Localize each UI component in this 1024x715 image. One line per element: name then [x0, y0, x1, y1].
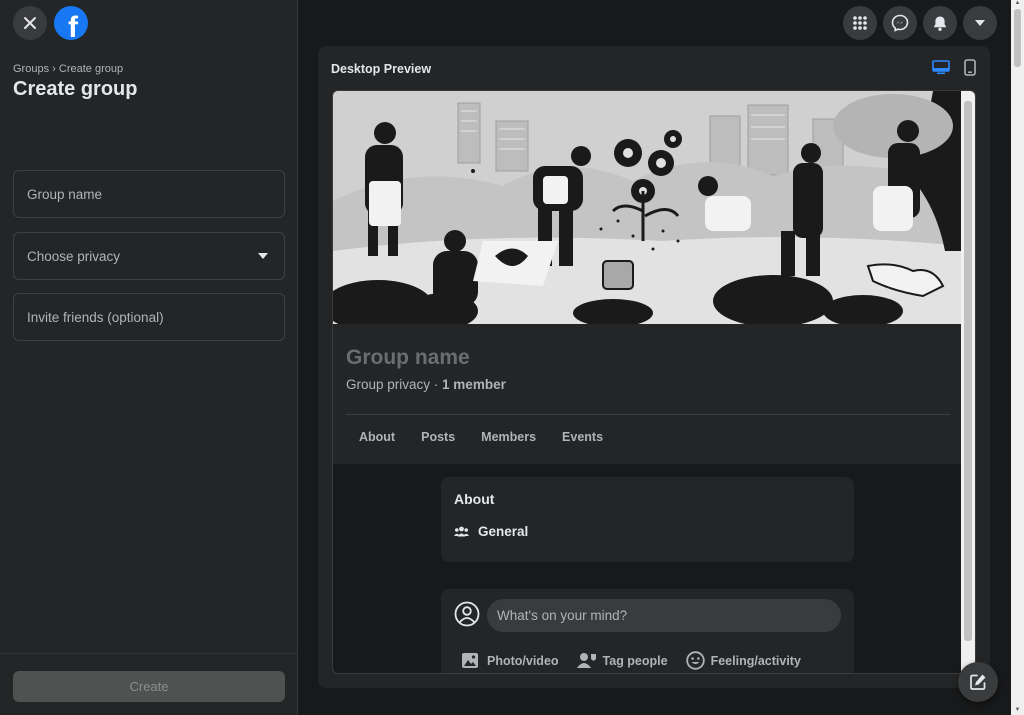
feeling-icon — [685, 651, 705, 670]
device-toggle — [932, 59, 976, 76]
create-group-sidebar: f Groups › Create group Create group Gro… — [0, 0, 298, 715]
privacy-separator: · — [430, 377, 443, 392]
about-card: About General — [441, 477, 854, 562]
privacy-placeholder: Choose privacy — [27, 248, 121, 264]
feeling-activity-label: Feeling/activity — [710, 653, 801, 668]
preview-title: Desktop Preview — [331, 62, 432, 76]
menu-grid-icon — [853, 16, 867, 30]
group-privacy-line: Group privacy · 1 member — [346, 377, 506, 392]
group-name-placeholder: Group name — [27, 186, 103, 202]
profile-avatar-icon — [454, 601, 480, 627]
close-button[interactable] — [13, 6, 47, 40]
account-caret-icon — [975, 20, 985, 26]
group-name-preview: Group name — [346, 346, 470, 369]
messenger-icon — [891, 14, 909, 32]
about-category-label: General — [478, 524, 529, 539]
top-nav-icons — [843, 6, 997, 40]
composer-input[interactable]: What's on your mind? — [487, 599, 841, 632]
group-header: Group name Group privacy · 1 member Abou… — [333, 324, 963, 464]
desktop-preview-panel: Desktop Preview Group name Group privacy… — [318, 46, 990, 688]
new-message-button[interactable] — [958, 662, 998, 702]
tag-people-label: Tag people — [602, 653, 668, 668]
tag-people-icon — [576, 653, 596, 668]
breadcrumb-separator: › — [52, 63, 56, 75]
close-icon — [24, 17, 36, 29]
chevron-down-icon — [258, 253, 268, 259]
page-title: Create group — [13, 78, 138, 100]
preview-scrollbar[interactable] — [961, 91, 975, 673]
window-scroll-down-arrow[interactable]: ▼ — [1014, 707, 1021, 715]
about-category: General — [454, 524, 528, 539]
invite-friends-placeholder: Invite friends (optional) — [27, 309, 164, 325]
tab-about[interactable]: About — [346, 430, 408, 444]
member-count: 1 member — [442, 377, 506, 392]
window-scroll-up-arrow[interactable]: ▲ — [1014, 0, 1021, 8]
mobile-icon[interactable] — [964, 59, 976, 76]
breadcrumb-groups[interactable]: Groups — [13, 63, 49, 75]
invite-friends-input[interactable]: Invite friends (optional) — [13, 293, 285, 341]
privacy-select[interactable]: Choose privacy — [13, 232, 285, 280]
group-name-input[interactable]: Group name — [13, 170, 285, 218]
notifications-bell-icon — [934, 16, 946, 31]
cover-illustration — [333, 91, 963, 324]
messenger-button[interactable] — [883, 6, 917, 40]
feeling-activity-button[interactable]: Feeling/activity — [685, 651, 801, 670]
breadcrumb: Groups › Create group — [13, 63, 123, 75]
photo-video-button[interactable]: Photo/video — [461, 651, 559, 670]
tab-events[interactable]: Events — [549, 430, 616, 444]
tag-people-button[interactable]: Tag people — [576, 651, 668, 670]
window-scrollbar-thumb[interactable] — [1014, 9, 1021, 67]
notifications-button[interactable] — [923, 6, 957, 40]
preview-scrollbar-thumb[interactable] — [964, 101, 972, 641]
members-icon — [454, 526, 469, 537]
group-privacy-preview: Group privacy — [346, 377, 431, 392]
post-composer: What's on your mind? Photo/video Tag peo… — [441, 589, 854, 673]
photo-video-icon — [462, 652, 478, 668]
edit-compose-icon — [970, 674, 986, 690]
photo-video-label: Photo/video — [487, 653, 559, 668]
sidebar-top-icons: f — [13, 6, 88, 40]
tab-posts[interactable]: Posts — [408, 430, 468, 444]
desktop-icon[interactable] — [932, 60, 950, 75]
facebook-logo[interactable]: f — [54, 6, 88, 40]
breadcrumb-current: Create group — [58, 63, 124, 75]
group-tabs: About Posts Members Events — [346, 430, 616, 444]
about-title: About — [454, 491, 495, 507]
tab-members[interactable]: Members — [468, 430, 549, 444]
create-button[interactable]: Create — [13, 671, 285, 702]
preview-frame: Group name Group privacy · 1 member Abou… — [332, 90, 976, 674]
cover-photo — [333, 91, 963, 324]
composer-avatar — [454, 601, 480, 632]
header-divider — [346, 414, 950, 415]
composer-actions: Photo/video Tag people Feeling/activity — [461, 651, 801, 670]
account-button[interactable] — [963, 6, 997, 40]
menu-button[interactable] — [843, 6, 877, 40]
